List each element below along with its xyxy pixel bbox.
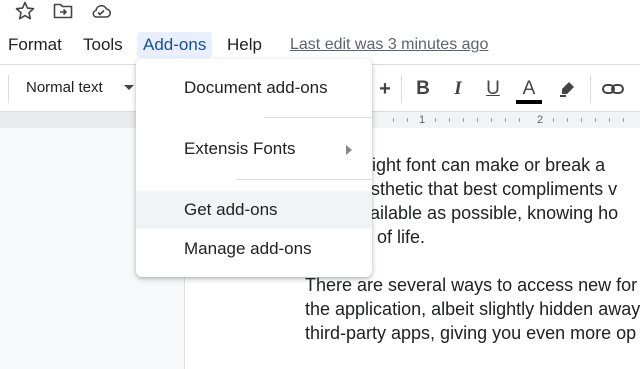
ruler-label: 1 — [419, 114, 426, 126]
ruler-tick — [519, 118, 520, 122]
move-to-folder-icon[interactable] — [52, 0, 74, 22]
ruler-tick — [553, 118, 554, 122]
menu-item-label: Get add-ons — [184, 200, 278, 219]
menu-item-label: Document add-ons — [184, 78, 328, 97]
menu-item-extensis-fonts[interactable]: Extensis Fonts — [136, 130, 372, 168]
ruler-tick — [449, 118, 450, 122]
bold-icon[interactable]: B — [410, 76, 436, 102]
toolbar-divider — [8, 75, 9, 103]
menu-item-label: Extensis Fonts — [184, 139, 296, 158]
text-color-label: A — [522, 78, 536, 99]
cloud-saved-icon[interactable] — [90, 0, 112, 22]
toolbar-divider — [401, 75, 402, 103]
menu-item-label: Manage add-ons — [184, 239, 312, 258]
plus-icon[interactable]: + — [372, 76, 398, 102]
doc-text-line[interactable]: aesthetic that best compliments v — [351, 177, 617, 201]
doc-text-line[interactable]: third-party apps, giving you even more o… — [305, 321, 636, 345]
ruler-tick — [609, 118, 610, 122]
menu-divider — [264, 117, 372, 118]
paragraph-style-select[interactable]: Normal text — [26, 65, 103, 111]
ruler-tick — [505, 118, 506, 122]
menu-tools[interactable]: Tools — [77, 32, 129, 58]
ruler-tick — [393, 118, 394, 122]
menu-item-manage-addons[interactable]: Manage add-ons — [136, 230, 372, 268]
ruler-tick — [463, 118, 464, 122]
last-edit-link[interactable]: Last edit was 3 minutes ago — [290, 32, 488, 58]
doc-text-line[interactable]: he right font can make or break a — [341, 153, 605, 177]
ruler-tick — [581, 118, 582, 122]
menu-format[interactable]: Format — [2, 32, 68, 58]
ruler-tick — [623, 118, 624, 122]
menu-addons[interactable]: Add-ons — [137, 32, 213, 58]
italic-icon[interactable]: I — [445, 76, 471, 102]
title-icon-bar — [0, 0, 640, 22]
ruler-tick — [491, 118, 492, 122]
ruler-tick — [435, 118, 436, 122]
ruler-tick — [477, 118, 478, 122]
menu-item-get-addons[interactable]: Get add-ons — [136, 191, 372, 229]
submenu-arrow-icon — [346, 145, 352, 155]
star-icon[interactable] — [14, 0, 36, 22]
menu-bar: Format Tools Add-ons Help Last edit was … — [0, 32, 640, 58]
ruler-tick — [407, 118, 408, 122]
toolbar-divider — [590, 75, 591, 103]
chevron-down-icon[interactable] — [124, 85, 134, 90]
doc-text-line[interactable]: available as possible, knowing ho — [351, 201, 618, 225]
text-color-swatch — [516, 100, 542, 104]
ruler-tick — [595, 118, 596, 122]
addons-dropdown-menu: Document add-ons Extensis Fonts Get add-… — [136, 59, 372, 277]
menu-item-document-addons[interactable]: Document add-ons — [136, 69, 372, 107]
text-color-icon[interactable]: A — [516, 76, 542, 104]
link-icon[interactable] — [600, 76, 626, 102]
ruler-label: 2 — [537, 114, 544, 126]
doc-text-line[interactable]: the application, albeit slightly hidden … — [305, 297, 640, 321]
menu-divider — [236, 179, 372, 180]
menu-help[interactable]: Help — [221, 32, 268, 58]
ruler-tick — [567, 118, 568, 122]
highlight-icon[interactable] — [554, 76, 580, 102]
underline-icon[interactable]: U — [480, 76, 506, 102]
